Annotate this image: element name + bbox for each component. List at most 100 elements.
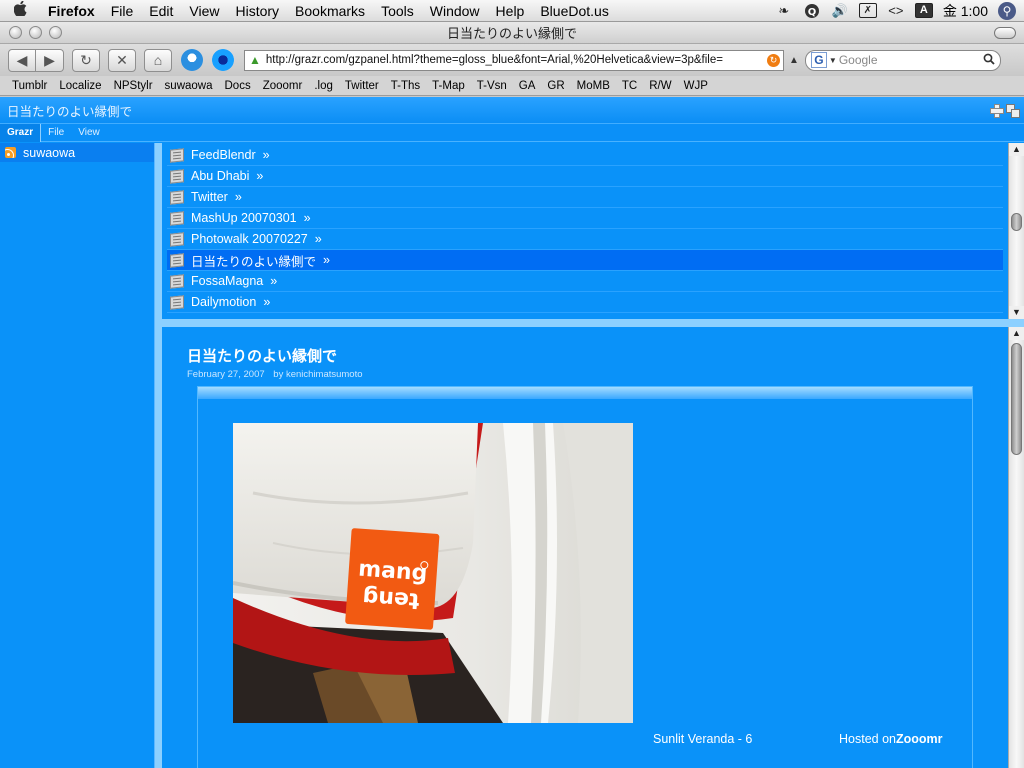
list-item[interactable]: MashUp 20070301 » xyxy=(167,208,1003,229)
menu-bookmarks[interactable]: Bookmarks xyxy=(287,3,373,19)
url-bar[interactable]: ▲ http://grazr.com/gzpanel.html?theme=gl… xyxy=(244,49,784,71)
post-title[interactable]: 日当たりのよい縁側で xyxy=(187,345,337,366)
new-window-icon[interactable] xyxy=(1006,104,1020,118)
bookmark-item[interactable]: T-Map xyxy=(426,80,471,92)
item-list-scrollbar[interactable]: ▲ ▼ xyxy=(1008,143,1024,319)
tab-file[interactable]: File xyxy=(41,124,71,142)
site-favicon-icon: ▲ xyxy=(249,53,261,67)
bookmark-item[interactable]: GA xyxy=(513,80,542,92)
spotlight-icon[interactable]: ⚲ xyxy=(998,1,1016,20)
bookmark-item[interactable]: Twitter xyxy=(339,80,385,92)
list-item[interactable]: Abu Dhabi » xyxy=(167,166,1003,187)
hosted-brand-link[interactable]: Zooomr xyxy=(896,732,943,746)
bookmark-item[interactable]: Localize xyxy=(53,80,107,92)
bookmark-item[interactable]: Zooomr xyxy=(257,80,309,92)
feed-item[interactable]: suwaowa xyxy=(0,143,154,162)
window-title-bar: 日当たりのよい縁側で xyxy=(0,22,1024,44)
list-item[interactable]: Twitter » xyxy=(167,187,1003,208)
news-icon xyxy=(170,273,184,289)
back-button[interactable]: ◀ xyxy=(8,48,36,72)
stop-button[interactable]: ✕ xyxy=(108,48,136,72)
bookmarks-bar: Tumblr Localize NPStylr suwaowa Docs Zoo… xyxy=(0,76,1024,96)
clock[interactable]: 金 1:00 xyxy=(943,1,988,21)
photo-frame: mang teng Sunlit Veranda - 6 Hosted onZo… xyxy=(197,386,973,768)
forward-button[interactable]: ▶ xyxy=(36,48,64,72)
bookmark-item[interactable]: R/W xyxy=(643,80,677,92)
bookmark-item[interactable]: .log xyxy=(308,80,339,92)
photo-caption[interactable]: Sunlit Veranda - 6 xyxy=(653,732,752,746)
rss-icon xyxy=(5,147,16,158)
pane-splitter[interactable] xyxy=(154,143,162,768)
list-item[interactable]: FeedBlendr » xyxy=(167,145,1003,166)
menu-file[interactable]: File xyxy=(103,3,142,19)
quicksilver-icon[interactable]: Q xyxy=(803,3,821,19)
reload-icon: ↻ xyxy=(80,51,92,68)
battery-icon[interactable]: ✗ xyxy=(858,3,877,18)
news-icon xyxy=(170,252,184,268)
go-icon[interactable]: ↻ xyxy=(767,53,780,67)
menu-edit[interactable]: Edit xyxy=(141,3,181,19)
news-icon xyxy=(170,294,184,310)
item-arrow: » xyxy=(263,295,271,309)
reload-button[interactable]: ↻ xyxy=(72,48,100,72)
forward-arrow-icon: ▶ xyxy=(44,51,55,68)
menu-bluedot[interactable]: BlueDot.us xyxy=(532,3,616,19)
menu-help[interactable]: Help xyxy=(488,3,533,19)
list-item[interactable]: FossaMagna » xyxy=(167,271,1003,292)
search-engine-icon[interactable]: G xyxy=(810,52,827,68)
toolbar-toggle-button[interactable] xyxy=(994,27,1016,39)
menu-bar: Firefox File Edit View History Bookmarks… xyxy=(0,0,1024,22)
apple-menu-icon[interactable] xyxy=(0,0,40,20)
bookmark-item[interactable]: Docs xyxy=(219,80,257,92)
tab-view[interactable]: View xyxy=(71,124,107,142)
scroll-thumb[interactable] xyxy=(1011,343,1022,455)
home-button[interactable]: ⌂ xyxy=(144,48,172,72)
url-text[interactable]: http://grazr.com/gzpanel.html?theme=glos… xyxy=(266,54,767,66)
bookmark-item[interactable]: MoMB xyxy=(571,80,616,92)
grazr-tabs: Grazr File View xyxy=(0,123,1024,142)
input-method-icon[interactable]: A xyxy=(914,3,933,18)
scroll-up-icon[interactable]: ▲ xyxy=(1009,327,1024,340)
menu-view[interactable]: View xyxy=(181,3,227,19)
bookmark-item[interactable]: TC xyxy=(616,80,643,92)
list-item-selected[interactable]: 日当たりのよい縁側で » xyxy=(167,250,1003,271)
tab-grazr[interactable]: Grazr xyxy=(0,123,42,142)
post-author: by kenichimatsumoto xyxy=(273,369,363,380)
bookmark-item[interactable]: Tumblr xyxy=(6,80,53,92)
minimize-window-button[interactable] xyxy=(29,26,42,39)
list-item[interactable]: Dailymotion » xyxy=(167,292,1003,313)
post-pane: 日当たりのよい縁側で February 27, 2007 by kenichim… xyxy=(162,327,1008,768)
search-engine-dropdown-icon[interactable]: ▼ xyxy=(829,56,837,65)
user-extension-icon[interactable] xyxy=(181,49,203,71)
sync-icon[interactable]: <> xyxy=(887,3,905,19)
bookmark-item[interactable]: suwaowa xyxy=(159,80,219,92)
search-input[interactable]: Google xyxy=(839,53,983,67)
zoom-window-button[interactable] xyxy=(49,26,62,39)
bluedot-icon[interactable] xyxy=(212,49,234,71)
search-icon[interactable] xyxy=(983,53,995,68)
post-scrollbar[interactable]: ▲ xyxy=(1008,327,1024,768)
add-feed-icon[interactable] xyxy=(990,104,1004,118)
bookmark-item[interactable]: T-Ths xyxy=(385,80,426,92)
bookmark-item[interactable]: WJP xyxy=(678,80,714,92)
menu-tools[interactable]: Tools xyxy=(373,3,422,19)
scroll-down-icon[interactable]: ▼ xyxy=(1009,306,1024,319)
search-box[interactable]: G ▼ Google xyxy=(804,49,1001,71)
close-window-button[interactable] xyxy=(9,26,22,39)
menu-firefox[interactable]: Firefox xyxy=(40,3,103,19)
volume-icon[interactable]: 🔊 xyxy=(831,3,849,19)
list-item[interactable]: Photowalk 20070227 » xyxy=(167,229,1003,250)
bookmark-item[interactable]: NPStylr xyxy=(108,80,159,92)
post-photo[interactable]: mang teng xyxy=(233,423,633,723)
grazr-header: 日当たりのよい縁側で xyxy=(0,97,1024,124)
scroll-thumb[interactable] xyxy=(1011,213,1022,231)
menu-window[interactable]: Window xyxy=(422,3,488,19)
url-dropdown-icon[interactable]: ▲ xyxy=(789,55,799,66)
bookmark-item[interactable]: GR xyxy=(541,80,570,92)
scroll-up-icon[interactable]: ▲ xyxy=(1009,143,1024,156)
menu-history[interactable]: History xyxy=(227,3,287,19)
bird-icon[interactable]: ❧ xyxy=(775,3,793,19)
horizontal-splitter[interactable] xyxy=(162,319,1024,327)
browser-toolbar: ◀ ▶ ↻ ✕ ⌂ ▲ http://grazr.com/gzpanel.htm… xyxy=(0,44,1024,76)
bookmark-item[interactable]: T-Vsn xyxy=(471,80,513,92)
